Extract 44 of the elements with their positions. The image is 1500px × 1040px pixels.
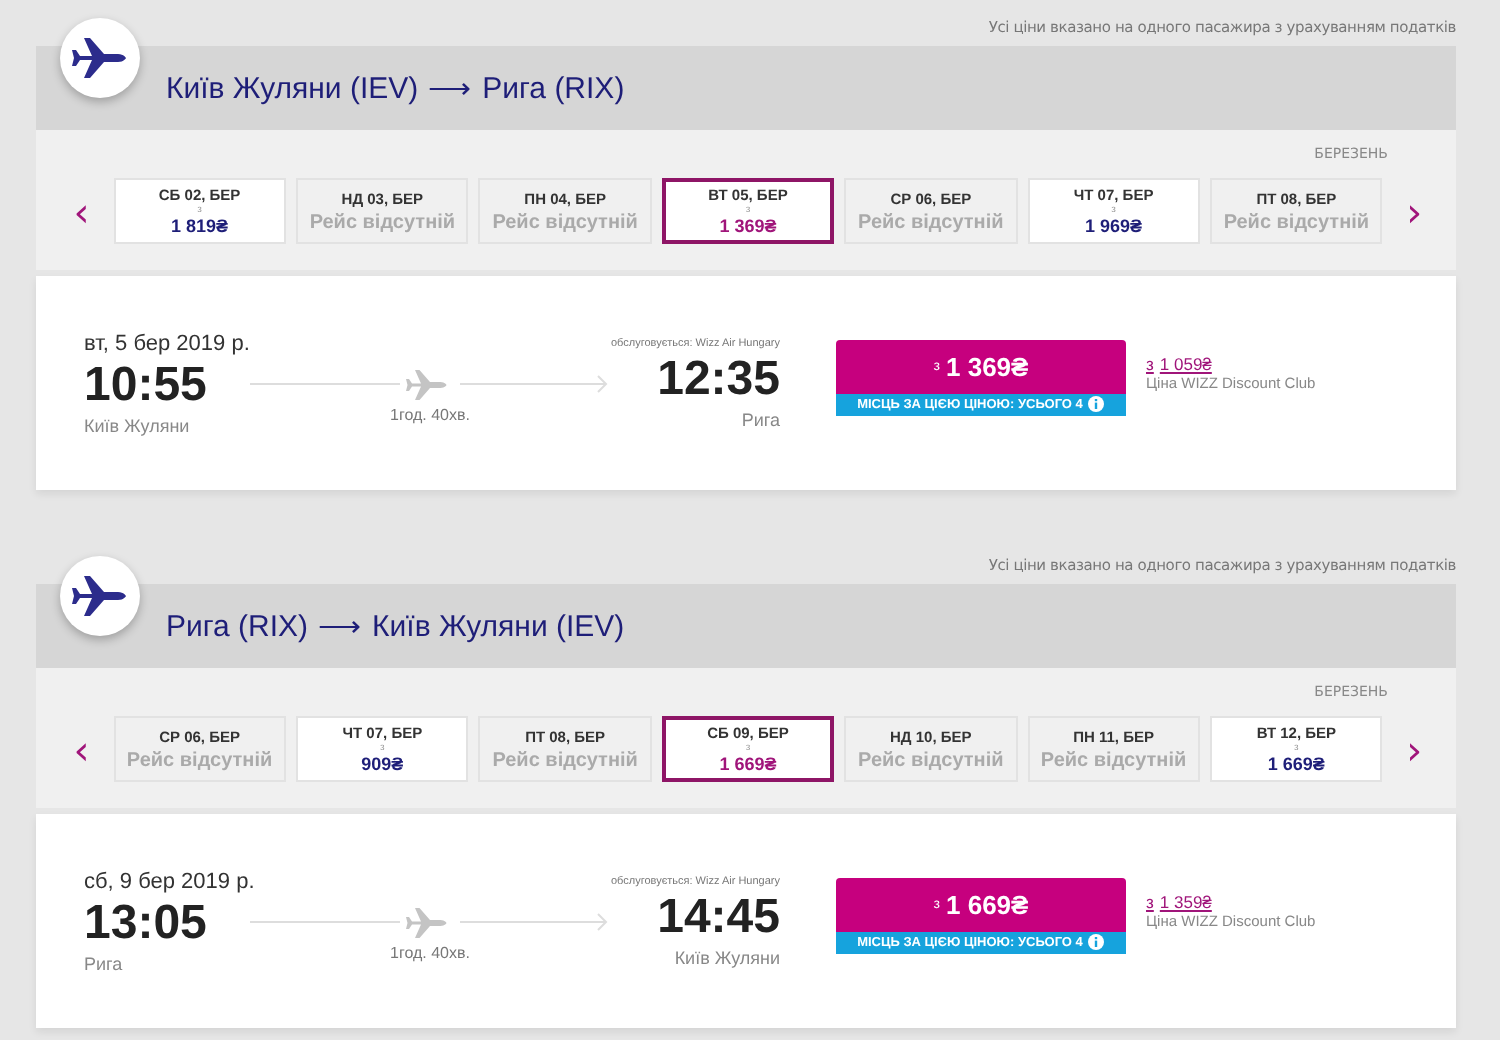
arrival-time: 12:35 <box>657 349 780 409</box>
club-price-link[interactable]: з 1 359₴ <box>1146 892 1316 912</box>
info-icon <box>1088 934 1105 950</box>
previous-button[interactable]: ‹ <box>60 191 104 231</box>
no-flight-label: Рейс відсутній <box>858 749 1004 771</box>
arrival-city: Рига <box>741 409 780 429</box>
no-flight-label: Рейс відсутній <box>858 211 1004 233</box>
no-flight-label: Рейс відсутній <box>1223 211 1370 233</box>
day-price: 1 819₴ <box>171 216 229 236</box>
fare-price: 1 669₴ <box>946 889 1029 919</box>
route-destination: Рига (RIX) <box>482 71 625 105</box>
day-price: 1 969₴ <box>1085 216 1143 236</box>
next-button[interactable]: › <box>1392 729 1436 769</box>
info-icon <box>1088 396 1105 412</box>
no-flight-label: Рейс відсутній <box>492 211 638 233</box>
arrival-city: Київ Жуляни <box>674 947 780 967</box>
day-price: 1 669₴ <box>719 754 777 774</box>
flight-duration: 1год. 40хв. <box>390 406 470 424</box>
route-destination: Київ Жуляни (IEV) <box>372 609 625 643</box>
previous-button[interactable]: ‹ <box>60 729 104 769</box>
departure-time: 13:05 <box>84 893 209 953</box>
club-price-link[interactable]: з 1 059₴ <box>1146 354 1316 374</box>
route-arrow: ⟶ <box>318 608 363 644</box>
no-flight-label: Рейс відсутній <box>126 749 273 771</box>
departure-city: Рига <box>84 953 125 973</box>
plane-icon <box>60 18 140 98</box>
departure-time: 10:55 <box>84 355 209 415</box>
flight-date: вт, 5 бер 2019 р. <box>84 331 250 355</box>
plane-icon <box>60 556 140 636</box>
route-arrow: ⟶ <box>428 70 473 106</box>
flight-date: сб, 9 бер 2019 р. <box>84 869 250 893</box>
fare-price: 1 369₴ <box>946 351 1029 381</box>
day-price: 1 369₴ <box>719 216 777 236</box>
day-price: 1 669₴ <box>1267 754 1325 774</box>
flight-duration: 1год. 40хв. <box>390 944 470 962</box>
no-flight-label: Рейс відсутній <box>1040 749 1187 771</box>
route-origin: Рига (RIX) <box>166 609 309 643</box>
arrival-time: 14:45 <box>657 887 780 947</box>
no-flight-label: Рейс відсутній <box>492 749 638 771</box>
next-button[interactable]: › <box>1392 191 1436 231</box>
route-origin: Київ Жуляни (IEV) <box>166 71 419 105</box>
no-flight-label: Рейс відсутній <box>309 211 456 233</box>
departure-city: Київ Жуляни <box>84 415 192 435</box>
day-price: 909₴ <box>361 754 404 774</box>
